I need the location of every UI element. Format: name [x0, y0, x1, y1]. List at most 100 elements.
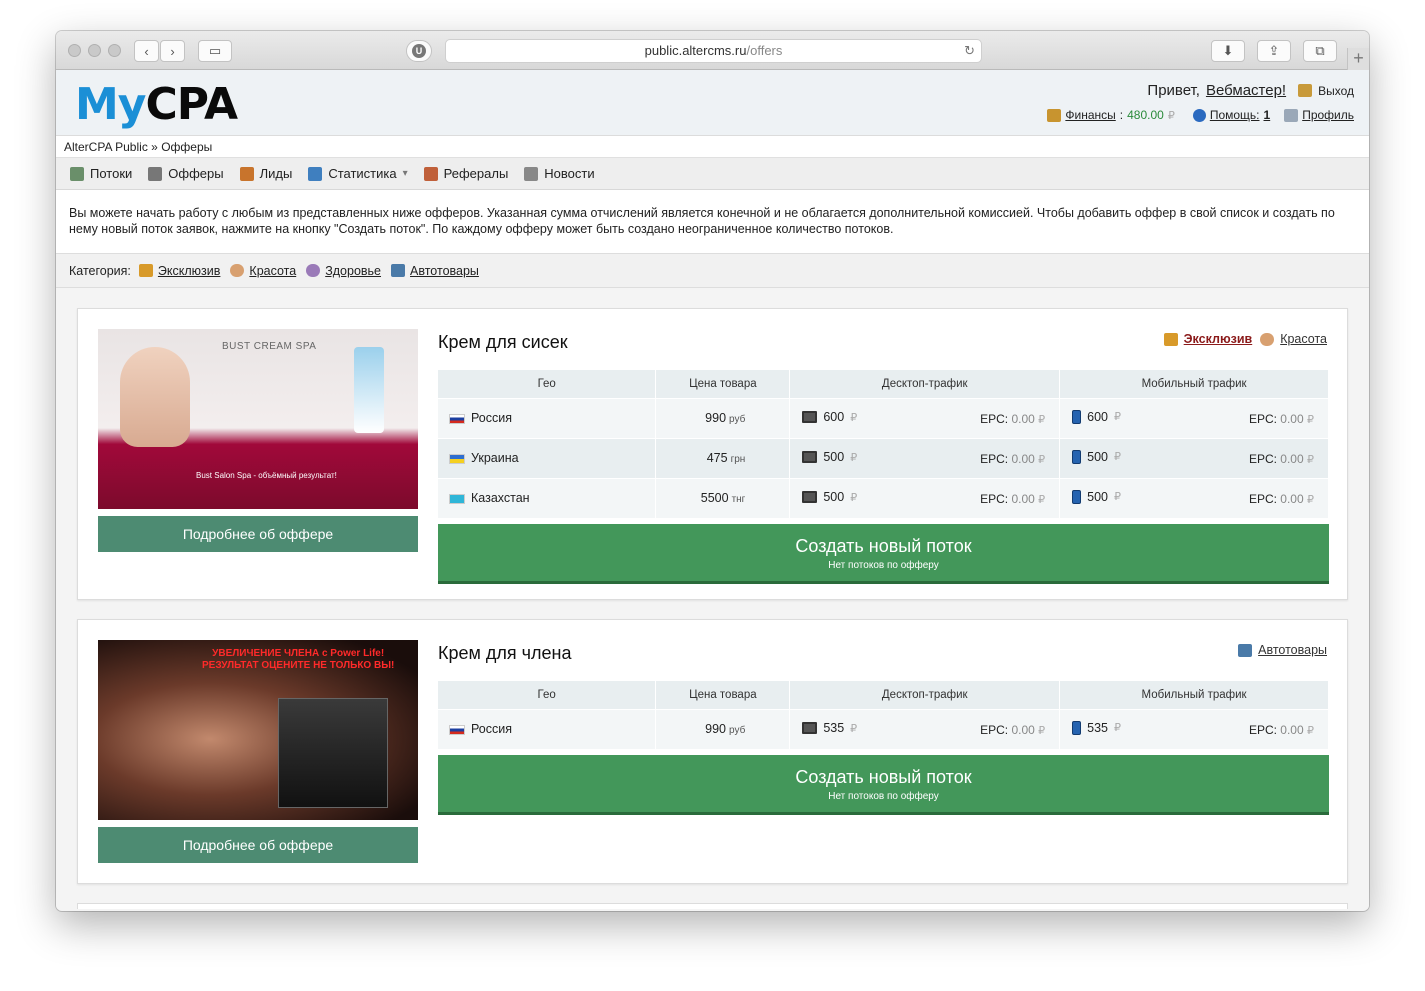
crown-icon	[138, 264, 153, 277]
logo-my: My	[75, 79, 146, 130]
banner-figure	[120, 347, 190, 447]
ruble-icon: ₽	[1307, 453, 1314, 466]
chevron-right-icon: ›	[170, 43, 175, 59]
menu-item-referrals[interactable]: Рефералы	[423, 166, 508, 181]
ruble-icon: ₽	[850, 411, 858, 424]
tabs-button[interactable]: ⧉	[1303, 40, 1337, 62]
offer-category-link[interactable]: Эксклюзив	[1184, 332, 1253, 346]
table-header-row: Гео Цена товара Десктоп-трафик Мобильный…	[438, 681, 1329, 709]
epc-value: 0.00	[1280, 411, 1304, 426]
create-stream-button[interactable]: Создать новый поток Нет потоков по оффер…	[438, 755, 1329, 815]
create-stream-label: Создать новый поток	[795, 767, 972, 787]
menu-item-news[interactable]: Новости	[524, 166, 595, 181]
monitor-icon	[802, 411, 818, 423]
logout-link[interactable]: Выход	[1318, 84, 1354, 98]
zoom-window-button[interactable]	[108, 44, 121, 57]
col-geo-header: Гео	[438, 370, 657, 398]
offer-category-link[interactable]: Красота	[1280, 332, 1327, 346]
category-health[interactable]: Здоровье	[306, 264, 381, 278]
geo-cell: Украина	[438, 437, 657, 478]
banner-title: УВЕЛИЧЕНИЕ ЧЛЕНА с Power Life! РЕЗУЛЬТАТ…	[202, 648, 394, 672]
downloads-button[interactable]: ⬇	[1211, 40, 1245, 62]
greeting-text: Привет,	[1147, 82, 1200, 99]
offer-category-link[interactable]: Автотовары	[1258, 643, 1327, 657]
address-bar[interactable]: public.altercms.ru/offers ↻	[445, 39, 982, 63]
breadcrumb-separator: »	[151, 140, 158, 154]
category-auto[interactable]: Автотовары	[391, 264, 479, 278]
category-label: Категория:	[69, 263, 131, 278]
desktop-payout: 500	[823, 490, 845, 505]
username-link[interactable]: Вебмастер!	[1206, 82, 1286, 99]
menu-item-leads[interactable]: Лиды	[239, 166, 292, 181]
phone-icon	[1072, 409, 1082, 424]
flag-icon	[449, 413, 465, 424]
offer-details-button[interactable]: Подробнее об оффере	[98, 827, 418, 863]
monitor-icon	[802, 451, 818, 463]
ruble-icon: ₽	[1307, 413, 1314, 426]
col-mobile-header: Мобильный трафик	[1059, 681, 1329, 709]
back-button[interactable]: ‹	[134, 40, 159, 62]
ruble-icon: ₽	[1038, 453, 1046, 466]
offer-banner-image[interactable]: BUST CREAM SPA Bust Salon Spa - объёмный…	[98, 329, 418, 509]
forward-button[interactable]: ›	[160, 40, 185, 62]
reader-icon: U	[412, 44, 426, 58]
offer-details-button[interactable]: Подробнее об оффере	[98, 516, 418, 552]
epc-value: 0.00	[1011, 722, 1035, 737]
minimize-window-button[interactable]	[88, 44, 101, 57]
breadcrumb-home[interactable]: AlterCPA Public	[64, 140, 148, 154]
ruble-icon: ₽	[1038, 493, 1046, 506]
menu-item-label: Новости	[544, 166, 595, 181]
profile-link[interactable]: Профиль	[1302, 108, 1354, 122]
site-logo[interactable]: MyCPA	[75, 79, 238, 130]
offer-title[interactable]: Крем для члена	[438, 643, 1329, 669]
share-button[interactable]: ⇪	[1257, 40, 1291, 62]
offer-card-partial	[77, 903, 1348, 909]
category-beauty[interactable]: Красота	[230, 264, 296, 278]
browser-window: ‹ › ▭ U public.altercms.ru/offers ↻ ⬇ ⇪ …	[56, 31, 1369, 911]
phone-icon	[1072, 489, 1082, 504]
epc-label: EPC:	[980, 491, 1009, 506]
mobile-cell: 535 ₽ EPC: 0.00 ₽	[1059, 708, 1329, 749]
menu-item-label: Статистика	[328, 166, 397, 181]
menu-item-label: Потоки	[90, 166, 133, 181]
category-link[interactable]: Здоровье	[325, 264, 381, 278]
profile-icon	[1284, 108, 1299, 122]
category-link[interactable]: Автотовары	[410, 264, 479, 278]
potion-icon	[306, 264, 321, 277]
sidebar-button[interactable]: ▭	[198, 40, 232, 62]
new-tab-button[interactable]: +	[1347, 48, 1369, 70]
reload-icon[interactable]: ↻	[964, 40, 975, 62]
price-value: 990	[705, 722, 727, 737]
create-stream-button[interactable]: Создать новый поток Нет потоков по оффер…	[438, 524, 1329, 584]
offer-card: BUST CREAM SPA Bust Salon Spa - объёмный…	[77, 308, 1348, 600]
finance-balance: 480.00	[1127, 108, 1164, 122]
category-link[interactable]: Эксклюзив	[158, 264, 220, 278]
help-link[interactable]: Помощь:	[1210, 108, 1260, 122]
referrals-icon	[423, 166, 438, 181]
offers-icon	[148, 166, 163, 181]
reader-button[interactable]: U	[406, 40, 432, 62]
crown-icon	[1163, 332, 1178, 346]
menu-item-offers[interactable]: Офферы	[148, 166, 224, 181]
country-name: Россия	[471, 411, 512, 425]
menu-item-label: Офферы	[168, 166, 224, 181]
finance-link[interactable]: Финансы	[1065, 108, 1115, 122]
chevron-left-icon: ‹	[144, 43, 149, 59]
menu-item-stats[interactable]: Статистика ▾	[308, 166, 408, 181]
menu-item-streams[interactable]: Потоки	[70, 166, 132, 181]
category-link[interactable]: Красота	[249, 264, 296, 278]
col-price-header: Цена товара	[655, 370, 791, 398]
desktop-payout: 500	[823, 450, 845, 464]
help-count[interactable]: 1	[1264, 108, 1271, 122]
country-name: Казахстан	[471, 491, 530, 506]
offer-banner-image[interactable]: УВЕЛИЧЕНИЕ ЧЛЕНА с Power Life! РЕЗУЛЬТАТ…	[98, 640, 418, 820]
car-icon	[391, 264, 406, 277]
desktop-cell: 500 ₽ EPC: 0.00 ₽	[789, 437, 1061, 478]
epc-value: 0.00	[1011, 491, 1035, 506]
close-window-button[interactable]	[68, 44, 81, 57]
epc-value: 0.00	[1280, 451, 1304, 466]
logo-cpa: CPA	[145, 79, 238, 130]
price-value: 5500	[700, 491, 729, 506]
category-exclusive[interactable]: Эксклюзив	[138, 264, 220, 278]
monitor-icon	[802, 722, 818, 735]
